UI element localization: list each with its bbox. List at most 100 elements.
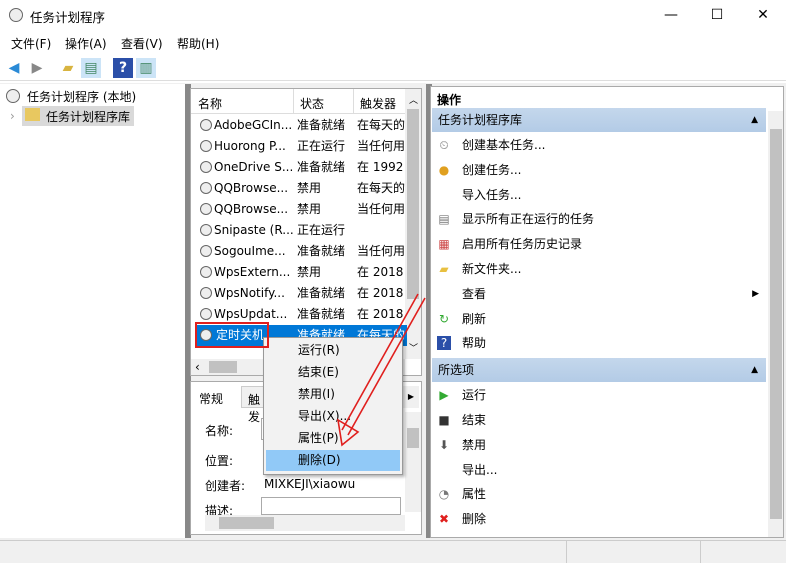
action-item[interactable]: 导入任务... bbox=[437, 183, 757, 207]
task-trigger: 在每天的 bbox=[357, 181, 406, 195]
task-status: 正在运行 bbox=[297, 139, 346, 153]
action-item[interactable]: ▤ 显示所有正在运行的任务 bbox=[437, 207, 757, 231]
section-title: 所选项 bbox=[438, 363, 475, 378]
window-title: 任务计划程序 bbox=[30, 10, 106, 25]
action-item[interactable]: ■ 结束 bbox=[437, 408, 757, 432]
menu-help[interactable]: 帮助(H) bbox=[177, 35, 219, 52]
action-icon: ◔ bbox=[438, 487, 450, 502]
show-hide-action-pane-icon[interactable]: ▥ bbox=[136, 58, 156, 78]
action-item[interactable]: 导出... bbox=[437, 458, 757, 482]
description-field[interactable] bbox=[261, 497, 401, 515]
action-label: 运行 bbox=[462, 388, 487, 403]
scroll-left-icon[interactable]: ‹ bbox=[195, 360, 200, 374]
back-icon[interactable]: ◀ bbox=[4, 58, 24, 78]
action-label: 创建任务... bbox=[462, 162, 522, 177]
action-label: 结束 bbox=[462, 413, 487, 427]
collapse-icon[interactable]: ▲ bbox=[751, 108, 758, 132]
forward-icon[interactable]: ▶ bbox=[27, 58, 47, 78]
action-item[interactable]: ⏲ 创建基本任务... bbox=[437, 133, 757, 157]
action-item[interactable]: ▶ 运行 bbox=[437, 383, 757, 407]
close-button[interactable]: ✕ bbox=[740, 0, 786, 30]
action-item[interactable]: ◔ 属性 bbox=[437, 482, 757, 506]
section-header[interactable]: 任务计划程序库 ▲ bbox=[432, 108, 766, 132]
clock-icon bbox=[200, 140, 212, 152]
tree-root[interactable]: 任务计划程序 (本地) bbox=[27, 88, 136, 105]
task-status: 禁用 bbox=[297, 181, 322, 195]
action-item[interactable]: ? 帮助 bbox=[437, 331, 757, 355]
author-label: 创建者: bbox=[205, 479, 246, 493]
task-status: 准备就绪 bbox=[297, 160, 346, 174]
task-row[interactable]: Snipaste (R... 正在运行 bbox=[197, 220, 407, 241]
clock-icon bbox=[200, 266, 212, 278]
scroll-thumb[interactable] bbox=[407, 109, 419, 299]
task-name: SogouIme... bbox=[214, 244, 286, 258]
task-trigger: 在 2018 bbox=[357, 265, 404, 279]
action-icon: ⏲ bbox=[439, 138, 449, 152]
action-icon bbox=[437, 188, 451, 202]
action-label: 导入任务... bbox=[462, 187, 522, 202]
menu-file[interactable]: 文件(F) bbox=[11, 35, 51, 52]
task-row[interactable]: AdobeGCIn... 准备就绪 在每天的 bbox=[197, 115, 407, 136]
clock-icon bbox=[6, 89, 20, 103]
section-header[interactable]: 所选项 ▲ bbox=[432, 358, 766, 383]
action-label: 显示所有正在运行的任务 bbox=[462, 212, 595, 227]
action-item[interactable]: 查看 ▶ bbox=[437, 282, 759, 306]
task-status: 正在运行 bbox=[297, 223, 346, 237]
scroll-thumb[interactable] bbox=[770, 129, 782, 519]
action-icon: ↻ bbox=[438, 311, 450, 326]
task-row[interactable]: OneDrive S... 准备就绪 在 1992 bbox=[197, 157, 407, 178]
task-row[interactable]: QQBrowse... 禁用 在每天的 bbox=[197, 178, 407, 199]
action-item[interactable]: ● 创建任务... bbox=[437, 158, 757, 182]
expand-chevron-icon[interactable]: › bbox=[10, 109, 15, 123]
clock-icon bbox=[200, 308, 212, 320]
maximize-button[interactable]: ☐ bbox=[694, 0, 740, 30]
menu-action[interactable]: 操作(A) bbox=[65, 35, 107, 52]
action-item[interactable]: ▦ 启用所有任务历史记录 bbox=[437, 232, 757, 256]
help-icon[interactable]: ? bbox=[113, 58, 133, 78]
action-icon: ● bbox=[438, 162, 450, 177]
task-trigger: 在每天的 bbox=[357, 118, 406, 132]
scroll-thumb[interactable] bbox=[209, 361, 237, 373]
tree-pane: 任务计划程序 (本地) › 任务计划程序库 bbox=[0, 84, 185, 538]
scroll-thumb[interactable] bbox=[219, 517, 274, 529]
annotation-highlight-box bbox=[195, 322, 269, 348]
tree-item-library[interactable]: 任务计划程序库 bbox=[22, 106, 134, 126]
tab-general[interactable]: 常规 bbox=[199, 390, 223, 407]
submenu-arrow-icon: ▶ bbox=[752, 288, 759, 299]
column-status[interactable]: 状态 bbox=[293, 89, 324, 114]
list-header: 名称 状态 触发器 bbox=[191, 89, 405, 114]
minimize-button[interactable]: — bbox=[648, 0, 694, 30]
menu-view[interactable]: 查看(V) bbox=[121, 35, 163, 52]
action-item[interactable]: ▰ 新文件夹... bbox=[437, 257, 757, 281]
action-icon: ▤ bbox=[438, 212, 450, 227]
name-label: 名称: bbox=[205, 424, 234, 438]
column-name[interactable]: 名称 bbox=[198, 95, 222, 112]
task-status: 准备就绪 bbox=[297, 244, 346, 258]
scroll-up-icon[interactable]: ︿ bbox=[409, 93, 418, 106]
column-trigger[interactable]: 触发器 bbox=[353, 89, 396, 114]
action-icon: ✖ bbox=[438, 512, 450, 527]
task-row[interactable]: SogouIme... 准备就绪 当任何用 bbox=[197, 241, 407, 262]
vertical-scrollbar[interactable] bbox=[768, 111, 783, 537]
task-row[interactable]: QQBrowse... 禁用 当任何用 bbox=[197, 199, 407, 220]
collapse-icon[interactable]: ▲ bbox=[751, 358, 758, 382]
action-item[interactable]: ✖ 删除 bbox=[437, 507, 757, 531]
action-icon: ▰ bbox=[439, 262, 449, 276]
clock-icon bbox=[9, 8, 23, 22]
action-item[interactable]: ⬇ 禁用 bbox=[437, 433, 757, 457]
menu-bar: 文件(F) 操作(A) 查看(V) 帮助(H) bbox=[0, 30, 786, 55]
task-name: QQBrowse... bbox=[214, 202, 289, 216]
action-label: 启用所有任务历史记录 bbox=[462, 237, 583, 252]
up-folder-icon[interactable]: ▰ bbox=[58, 58, 78, 78]
task-name: QQBrowse... bbox=[214, 181, 289, 195]
show-hide-tree-icon[interactable]: ▤ bbox=[81, 58, 101, 78]
action-item[interactable]: ↻ 刷新 bbox=[437, 307, 757, 331]
action-icon: ▶ bbox=[439, 388, 449, 403]
task-name: OneDrive S... bbox=[214, 160, 294, 174]
action-label: 禁用 bbox=[462, 437, 487, 452]
task-row[interactable]: WpsExtern... 禁用 在 2018 bbox=[197, 262, 407, 283]
action-icon bbox=[437, 463, 451, 477]
horizontal-scrollbar[interactable] bbox=[205, 515, 405, 531]
task-status: 禁用 bbox=[297, 265, 322, 279]
task-row[interactable]: Huorong P... 正在运行 当任何用 bbox=[197, 136, 407, 157]
